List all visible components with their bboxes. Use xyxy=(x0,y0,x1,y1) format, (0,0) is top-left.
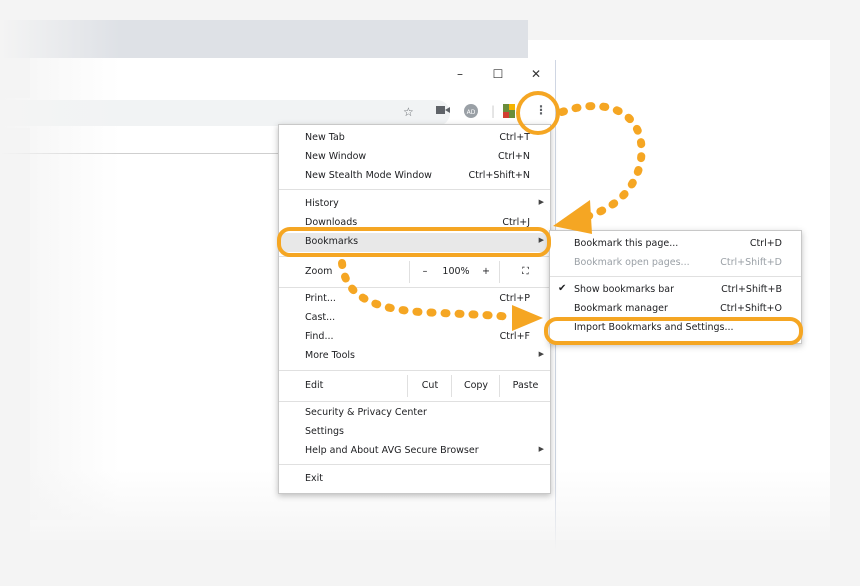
menu-item-print[interactable]: Print... Ctrl+P xyxy=(279,290,550,309)
check-icon: ✔ xyxy=(558,283,567,294)
close-button[interactable]: ✕ xyxy=(521,62,551,86)
menu-label: New Window xyxy=(305,151,367,162)
left-fade xyxy=(0,0,120,520)
menu-item-help[interactable]: Help and About AVG Secure Browser ▶ xyxy=(279,442,550,461)
zoom-in-button[interactable]: + xyxy=(473,261,499,283)
menu-label: Find... xyxy=(305,331,334,342)
menu-label: New Tab xyxy=(305,132,345,143)
zoom-row: Zoom – 100% + ⛶ xyxy=(279,261,550,283)
zoom-label: Zoom xyxy=(305,266,333,277)
menu-divider xyxy=(279,256,550,257)
adblock-icon[interactable]: AD xyxy=(464,104,478,121)
menu-item-settings[interactable]: Settings xyxy=(279,423,550,442)
submenu-arrow-icon: ▶ xyxy=(538,445,544,453)
submenu-label: Bookmark this page... xyxy=(574,238,679,249)
menu-item-security-privacy[interactable]: Security & Privacy Center xyxy=(279,404,550,423)
submenu-shortcut: Ctrl+Shift+B xyxy=(721,284,782,295)
zoom-value: 100% xyxy=(442,266,470,277)
menu-label: Settings xyxy=(305,426,344,437)
submenu-divider xyxy=(550,276,801,277)
menu-shortcut: Ctrl+P xyxy=(499,293,530,304)
submenu-shortcut: Ctrl+Shift+D xyxy=(720,257,782,268)
menu-item-bookmarks[interactable]: Bookmarks ▶ xyxy=(279,233,550,252)
submenu-arrow-icon: ▶ xyxy=(538,350,544,358)
menu-label: Print... xyxy=(305,293,336,304)
cut-button[interactable]: Cut xyxy=(407,375,452,397)
menu-item-cast[interactable]: Cast... xyxy=(279,309,550,328)
menu-shortcut: Ctrl+F xyxy=(499,331,530,342)
svg-text:AD: AD xyxy=(467,109,476,116)
submenu-shortcut: Ctrl+D xyxy=(749,238,782,249)
more-vert-icon[interactable]: ⋮ xyxy=(535,103,547,117)
menu-divider xyxy=(279,370,550,371)
menu-divider xyxy=(279,189,550,190)
submenu-shortcut: Ctrl+Shift+O xyxy=(720,303,782,314)
menu-divider xyxy=(279,464,550,465)
menu-divider xyxy=(279,401,550,402)
menu-item-history[interactable]: History ▶ xyxy=(279,195,550,214)
menu-divider xyxy=(279,287,550,288)
menu-item-new-stealth-window[interactable]: New Stealth Mode Window Ctrl+Shift+N xyxy=(279,167,550,186)
edit-row: Edit Cut Copy Paste xyxy=(279,375,550,397)
submenu-arrow-icon: ▶ xyxy=(538,236,544,244)
menu-shortcut: Ctrl+Shift+N xyxy=(468,170,530,181)
submenu-label: Show bookmarks bar xyxy=(574,284,675,295)
submenu-label: Bookmark open pages... xyxy=(574,257,690,268)
extension-icon[interactable] xyxy=(503,104,515,121)
menu-shortcut: Ctrl+J xyxy=(502,217,530,228)
menu-label: Cast... xyxy=(305,312,336,323)
menu-item-new-window[interactable]: New Window Ctrl+N xyxy=(279,148,550,167)
menu-item-find[interactable]: Find... Ctrl+F xyxy=(279,328,550,347)
menu-item-downloads[interactable]: Downloads Ctrl+J xyxy=(279,214,550,233)
browser-menu: New Tab Ctrl+T New Window Ctrl+N New Ste… xyxy=(278,124,551,494)
submenu-item-show-bookmarks-bar[interactable]: ✔ Show bookmarks bar Ctrl+Shift+B xyxy=(550,281,801,300)
submenu-item-import-bookmarks[interactable]: Import Bookmarks and Settings... xyxy=(550,319,801,338)
menu-label: Downloads xyxy=(305,217,358,228)
toolbar-divider: | xyxy=(491,104,496,118)
edit-label: Edit xyxy=(305,380,324,391)
menu-label: More Tools xyxy=(305,350,355,361)
menu-label: Exit xyxy=(305,473,323,484)
fullscreen-icon[interactable]: ⛶ xyxy=(499,261,551,283)
menu-item-more-tools[interactable]: More Tools ▶ xyxy=(279,347,550,366)
submenu-item-bookmark-manager[interactable]: Bookmark manager Ctrl+Shift+O xyxy=(550,300,801,319)
submenu-item-bookmark-page[interactable]: Bookmark this page... Ctrl+D xyxy=(550,235,801,254)
submenu-arrow-icon: ▶ xyxy=(538,198,544,206)
submenu-label: Import Bookmarks and Settings... xyxy=(574,322,734,333)
menu-label: New Stealth Mode Window xyxy=(305,170,432,181)
copy-button[interactable]: Copy xyxy=(451,375,500,397)
star-icon[interactable]: ☆ xyxy=(403,105,414,119)
menu-label: Bookmarks xyxy=(305,236,359,247)
minimize-button[interactable]: – xyxy=(445,62,475,86)
menu-item-new-tab[interactable]: New Tab Ctrl+T xyxy=(279,129,550,148)
menu-shortcut: Ctrl+T xyxy=(499,132,530,143)
menu-label: Security & Privacy Center xyxy=(305,407,427,418)
zoom-out-button[interactable]: – xyxy=(409,261,440,283)
menu-label: History xyxy=(305,198,339,209)
maximize-button[interactable]: ☐ xyxy=(483,62,513,86)
menu-item-exit[interactable]: Exit xyxy=(279,470,550,489)
menu-label: Help and About AVG Secure Browser xyxy=(305,445,479,456)
bookmarks-submenu: Bookmark this page... Ctrl+D Bookmark op… xyxy=(549,230,802,344)
camera-icon[interactable] xyxy=(436,104,450,119)
submenu-item-bookmark-open-pages[interactable]: Bookmark open pages... Ctrl+Shift+D xyxy=(550,254,801,273)
submenu-label: Bookmark manager xyxy=(574,303,668,314)
paste-button[interactable]: Paste xyxy=(499,375,551,397)
menu-shortcut: Ctrl+N xyxy=(498,151,530,162)
